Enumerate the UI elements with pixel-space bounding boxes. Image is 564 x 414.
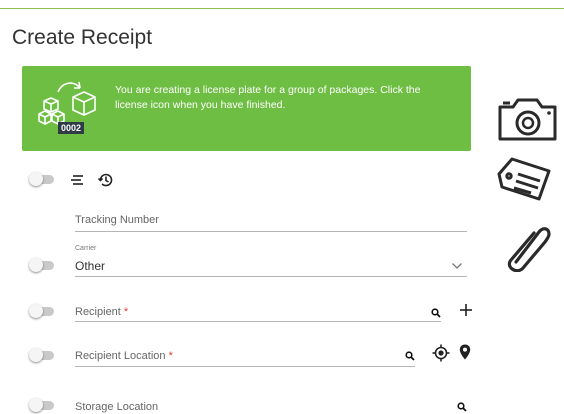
paperclip-icon[interactable] bbox=[501, 220, 553, 272]
tracking-number-input[interactable] bbox=[75, 231, 467, 232]
license-plate-badge: 0002 bbox=[58, 122, 85, 134]
search-icon[interactable] bbox=[431, 308, 441, 318]
camera-icon[interactable] bbox=[497, 96, 559, 142]
carrier-select[interactable]: Other bbox=[75, 259, 105, 273]
quick-mode-toggle[interactable] bbox=[29, 172, 55, 186]
page-title: Create Receipt bbox=[12, 26, 153, 49]
label-tag-icon[interactable] bbox=[496, 155, 552, 203]
recipient-location-label-text: Recipient Location bbox=[75, 350, 166, 362]
recipient-label-text: Recipient bbox=[75, 306, 121, 318]
add-icon[interactable] bbox=[459, 303, 473, 317]
header-divider bbox=[0, 8, 564, 9]
chevron-down-icon[interactable] bbox=[451, 262, 463, 270]
recipient-input[interactable] bbox=[75, 321, 441, 322]
carrier-underline bbox=[75, 276, 467, 277]
required-mark: * bbox=[123, 306, 129, 318]
search-icon[interactable] bbox=[405, 351, 415, 361]
list-icon[interactable] bbox=[70, 174, 84, 186]
storage-location-label[interactable]: Storage Location bbox=[75, 401, 158, 413]
recipient-toggle[interactable] bbox=[29, 304, 55, 318]
storage-location-toggle[interactable] bbox=[29, 398, 55, 412]
tracking-number-label[interactable]: Tracking Number bbox=[75, 214, 159, 226]
recipient-location-label[interactable]: Recipient Location * bbox=[75, 350, 173, 362]
search-icon[interactable] bbox=[457, 402, 467, 412]
map-pin-icon[interactable] bbox=[459, 344, 471, 360]
history-icon[interactable] bbox=[97, 171, 115, 189]
required-mark: * bbox=[168, 350, 173, 362]
package-group-icon bbox=[38, 81, 96, 125]
recipient-label[interactable]: Recipient * bbox=[75, 306, 128, 318]
carrier-label: Carrier bbox=[75, 245, 97, 252]
recipient-location-input[interactable] bbox=[75, 366, 415, 367]
info-banner: 0002 You are creating a license plate fo… bbox=[22, 66, 471, 151]
my-location-icon[interactable] bbox=[432, 344, 450, 362]
banner-message: You are creating a license plate for a g… bbox=[115, 84, 421, 111]
recipient-location-toggle[interactable] bbox=[29, 348, 55, 362]
carrier-toggle[interactable] bbox=[29, 258, 55, 272]
